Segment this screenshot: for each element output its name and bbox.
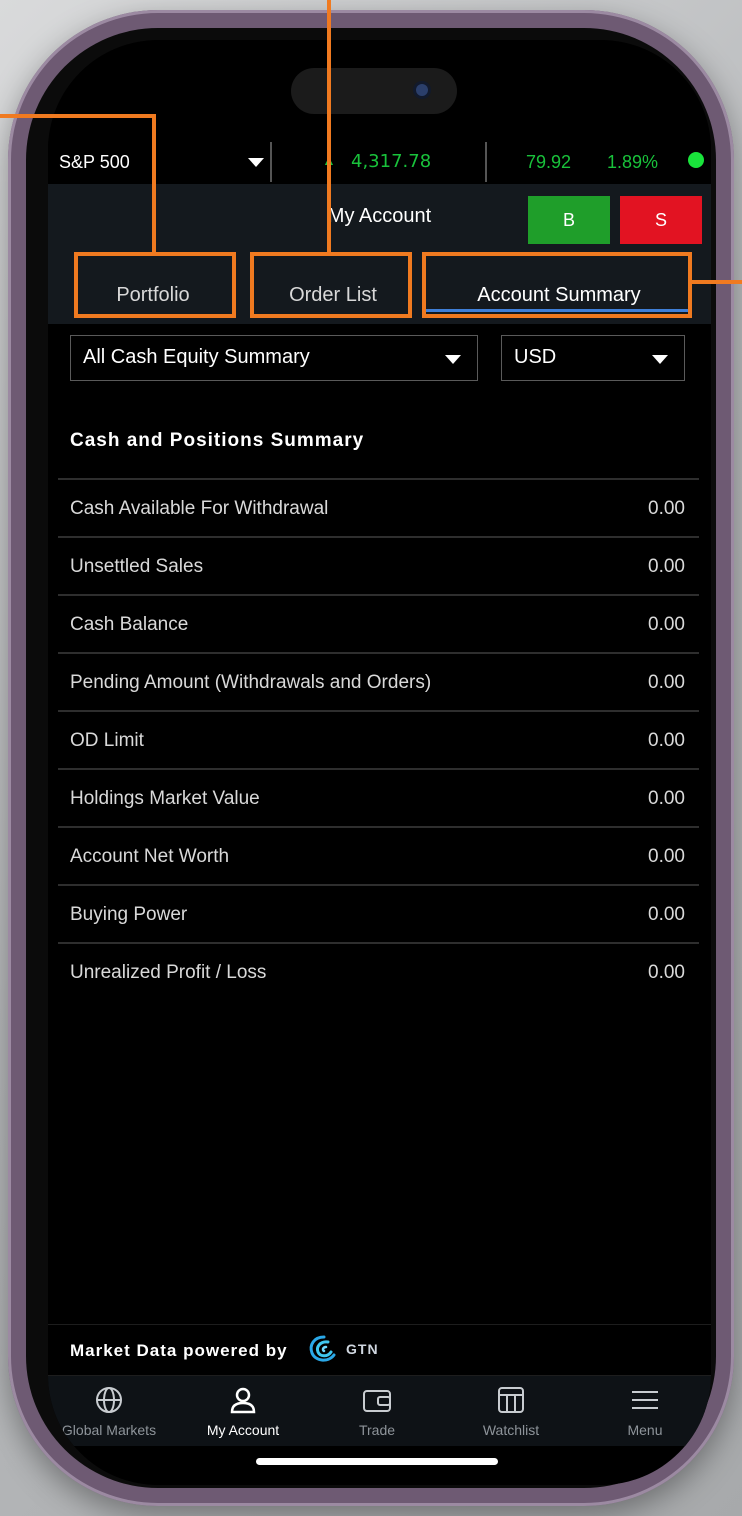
- ticker-price: 4,317.78: [351, 151, 432, 172]
- annotation-leader-line: [152, 114, 156, 256]
- app-header: My Account B S: [48, 184, 711, 246]
- gtn-logo-icon: [309, 1335, 336, 1362]
- row-label: Cash Balance: [70, 614, 189, 635]
- list-item: Buying Power 0.00: [58, 886, 699, 944]
- row-value: 0.00: [648, 730, 685, 751]
- row-value: 0.00: [648, 672, 685, 693]
- row-label: Account Net Worth: [70, 846, 230, 867]
- list-item: Cash Available For Withdrawal 0.00: [58, 478, 699, 538]
- camera-icon: [416, 84, 428, 96]
- divider: [270, 142, 272, 182]
- chevron-down-icon: [445, 355, 461, 364]
- ticker-change: 79.92: [526, 152, 572, 172]
- list-item: Unsettled Sales 0.00: [58, 538, 699, 596]
- row-label: Cash Available For Withdrawal: [70, 498, 329, 519]
- currency-value: USD: [514, 346, 557, 368]
- list-item: Unrealized Profit / Loss 0.00: [58, 944, 699, 1000]
- market-data-attribution: Market Data powered by GTN: [48, 1324, 711, 1376]
- list-item: OD Limit 0.00: [58, 712, 699, 770]
- powered-by-text: Market Data powered by: [70, 1341, 288, 1360]
- row-label: Unrealized Profit / Loss: [70, 962, 267, 983]
- row-value: 0.00: [648, 962, 685, 983]
- dynamic-island: [291, 68, 457, 114]
- list-item: Holdings Market Value 0.00: [58, 770, 699, 828]
- gtn-brand: GTN: [346, 1341, 379, 1357]
- row-value: 0.00: [648, 614, 685, 635]
- section-title: Cash and Positions Summary: [70, 430, 365, 451]
- sell-button[interactable]: S: [620, 196, 702, 244]
- watchlist-icon: [498, 1387, 524, 1413]
- annotation-order-list: [250, 252, 412, 318]
- nav-label: My Account: [206, 1422, 280, 1438]
- chevron-down-icon: [652, 355, 668, 364]
- row-value: 0.00: [648, 846, 685, 867]
- ticker-dropdown-icon[interactable]: [248, 158, 264, 167]
- row-value: 0.00: [648, 498, 685, 519]
- user-icon: [230, 1387, 256, 1414]
- row-value: 0.00: [648, 904, 685, 925]
- row-label: OD Limit: [70, 730, 144, 751]
- ticker-change-percent: 1.89%: [607, 152, 659, 172]
- home-indicator[interactable]: [256, 1458, 498, 1465]
- divider: [485, 142, 487, 182]
- list-item: Pending Amount (Withdrawals and Orders) 0…: [58, 654, 699, 712]
- page-title: My Account: [327, 205, 432, 227]
- nav-item-trade[interactable]: Trade: [312, 1376, 442, 1446]
- annotation-leader-line: [327, 0, 331, 256]
- nav-label: Menu: [627, 1422, 663, 1438]
- buy-button[interactable]: B: [528, 196, 610, 244]
- annotation-account-summary: [422, 252, 692, 318]
- row-label: Pending Amount (Withdrawals and Orders): [70, 672, 432, 693]
- globe-icon: [96, 1387, 122, 1413]
- summary-list: Cash Available For Withdrawal 0.00 Unsett…: [58, 478, 699, 1000]
- nav-label: Watchlist: [482, 1422, 540, 1438]
- row-value: 0.00: [648, 556, 685, 577]
- row-value: 0.00: [648, 788, 685, 809]
- nav-item-global-markets[interactable]: Global Markets: [48, 1376, 174, 1446]
- annotation-leader-line: [688, 280, 742, 284]
- menu-icon: [632, 1391, 658, 1409]
- row-label: Unsettled Sales: [70, 556, 204, 577]
- nav-label: Global Markets: [61, 1422, 157, 1438]
- list-item: Cash Balance 0.00: [58, 596, 699, 654]
- nav-item-menu[interactable]: Menu: [580, 1376, 710, 1446]
- nav-label: Trade: [358, 1422, 396, 1438]
- list-item: Account Net Worth 0.00: [58, 828, 699, 886]
- annotation-portfolio: [74, 252, 236, 318]
- ticker-symbol[interactable]: S&P 500: [59, 152, 130, 173]
- annotation-leader-line: [0, 114, 156, 118]
- market-status-dot: [688, 152, 704, 168]
- summary-type-value: All Cash Equity Summary: [83, 346, 310, 368]
- currency-select[interactable]: USD: [501, 335, 685, 381]
- wallet-icon: [363, 1390, 391, 1412]
- nav-item-my-account[interactable]: My Account: [178, 1376, 308, 1446]
- row-label: Holdings Market Value: [70, 788, 260, 809]
- market-ticker: S&P 500 ▲ 4,317.78 79.92 1.89%: [48, 140, 711, 184]
- row-label: Buying Power: [70, 904, 188, 925]
- summary-type-select[interactable]: All Cash Equity Summary: [70, 335, 478, 381]
- nav-item-watchlist[interactable]: Watchlist: [446, 1376, 576, 1446]
- bottom-navigation: Global Markets My Account Trade Watchlis…: [48, 1376, 711, 1446]
